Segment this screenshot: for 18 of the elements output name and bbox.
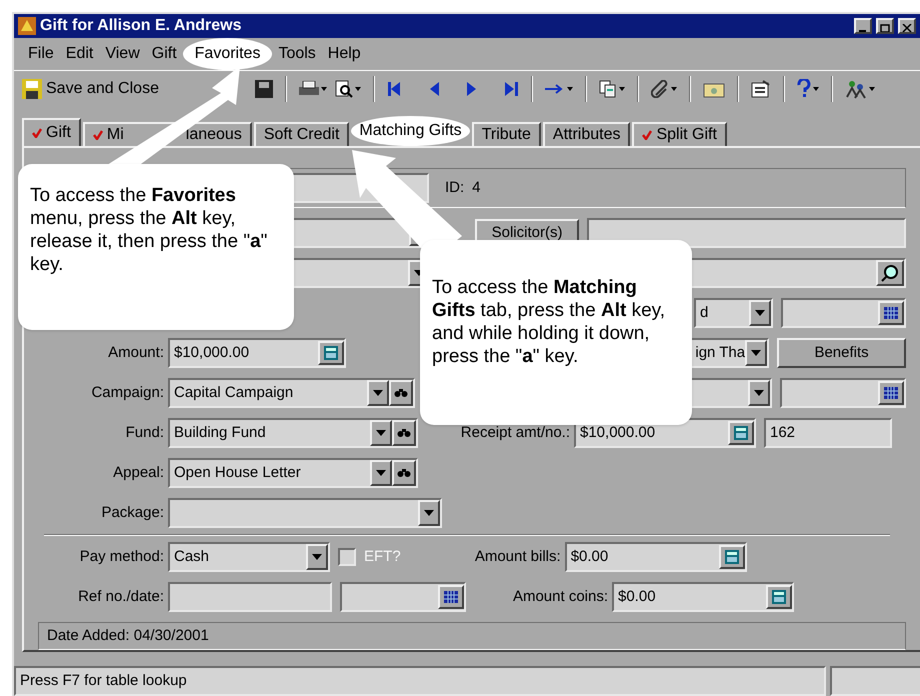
field-label: Receipt amt/no.:: [460, 423, 571, 444]
id-label: ID:: [445, 178, 464, 198]
field-label: Amount coins:: [512, 587, 609, 608]
field-label: Package:: [100, 503, 165, 524]
field-label: Campaign:: [90, 383, 165, 404]
field-label: Amount bills:: [474, 547, 562, 568]
field-label: Pay method:: [78, 547, 165, 568]
date-added-text: Date Added: 04/30/2001: [47, 626, 209, 646]
id-value: 4: [472, 178, 481, 198]
callout-text: To access the Matching Gifts tab, press the Alt key, and while holding it down, press the "a" key.: [432, 277, 666, 367]
callout-text: To access the Favorites menu, press the Alt key, release it, then press the "a" key.: [30, 185, 268, 275]
field-label: Fund:: [124, 423, 165, 444]
eft-label: EFT?: [364, 547, 401, 568]
status-bar: Press F7 for table lookup: [14, 666, 826, 696]
field-label: Amount:: [107, 343, 165, 364]
window-title: Gift for Allison E. Andrews: [40, 16, 242, 36]
field-label: Ref no./date:: [77, 587, 165, 608]
field-label: Appeal:: [112, 463, 165, 484]
